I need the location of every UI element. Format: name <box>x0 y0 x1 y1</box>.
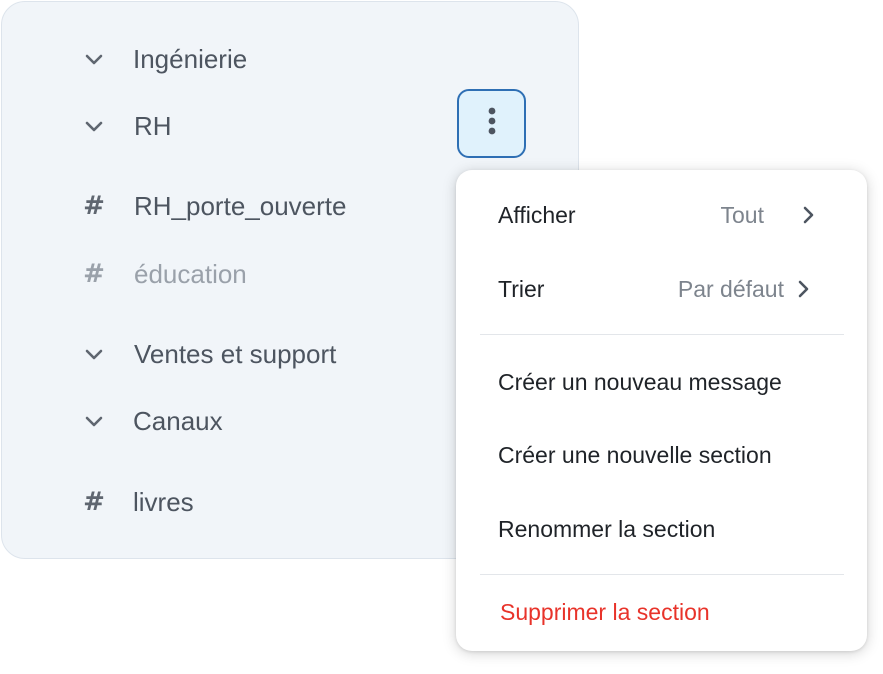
hash-glyph: # <box>83 259 105 289</box>
more-vertical-icon <box>486 105 498 142</box>
menu-item-sort[interactable]: Trier Par défaut <box>456 261 867 317</box>
channel-label: éducation <box>134 259 247 289</box>
chevron-down-icon[interactable] <box>79 111 109 141</box>
section-more-options-button[interactable] <box>457 89 526 158</box>
menu-item-display[interactable]: Afficher Tout <box>456 187 867 243</box>
section-label: Ventes et support <box>134 339 337 369</box>
hash-glyph: # <box>83 487 105 517</box>
chevron-right-icon <box>796 203 820 227</box>
menu-item-label: Renommer la section <box>498 516 716 542</box>
section-label: Canaux <box>133 406 223 436</box>
menu-item-label: Créer une nouvelle section <box>498 442 772 468</box>
chevron-down-icon[interactable] <box>79 406 109 436</box>
section-label: Ingénierie <box>133 44 248 74</box>
menu-item-label: Créer un nouveau message <box>498 369 782 395</box>
menu-item-value: Par défaut <box>677 276 784 302</box>
chevron-down-icon[interactable] <box>79 44 109 74</box>
menu-item-rename-section[interactable]: Renommer la section <box>456 501 867 557</box>
menu-item-label: Afficher <box>498 202 576 228</box>
menu-item-new-message[interactable]: Créer un nouveau message <box>456 354 867 410</box>
channel-label: RH_porte_ouverte <box>134 191 347 221</box>
hash-glyph: # <box>83 191 105 221</box>
chevron-down-icon[interactable] <box>79 339 109 369</box>
hash-icon: # <box>79 191 109 221</box>
section-label: RH <box>134 111 172 141</box>
hash-icon: # <box>79 487 109 517</box>
menu-divider <box>480 574 844 575</box>
hash-icon: # <box>79 259 109 289</box>
menu-item-label: Supprimer la section <box>500 599 710 625</box>
menu-item-value: Tout <box>720 202 764 228</box>
section-context-menu: Afficher Tout Trier Par défaut Créer un … <box>456 170 867 651</box>
channel-label: livres <box>133 487 194 517</box>
menu-divider <box>480 334 844 335</box>
stage: Ingénierie RH # RH_porte_ouverte # éduca… <box>0 0 883 674</box>
menu-item-new-section[interactable]: Créer une nouvelle section <box>456 427 867 483</box>
chevron-right-icon <box>791 277 815 301</box>
menu-item-delete-section[interactable]: Supprimer la section <box>456 584 867 640</box>
menu-item-label: Trier <box>498 276 545 302</box>
